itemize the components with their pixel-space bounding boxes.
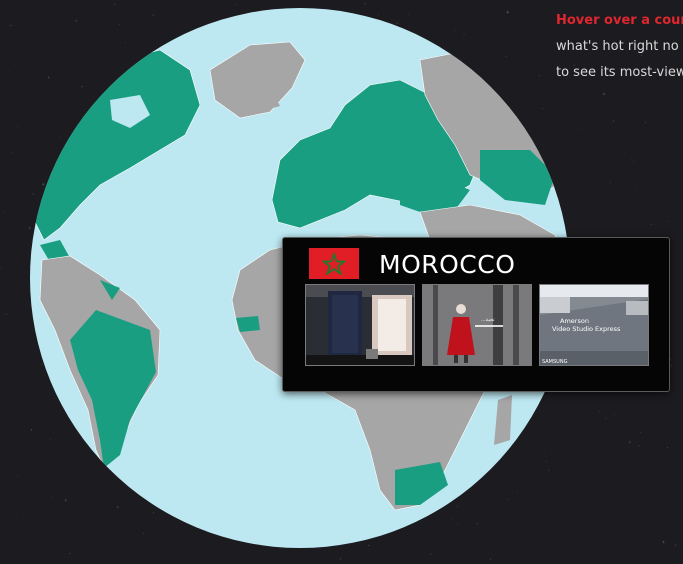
- video-3-overlay-line2: Video Studio Express: [552, 325, 621, 333]
- intro-line-3: to see its most-view: [556, 65, 683, 80]
- intro-line-2: what's hot right no: [556, 39, 679, 54]
- country-popup: MOROCCO ...تحية Amerson Video Studio Exp…: [282, 237, 670, 392]
- video-2-caption: ...تحية: [481, 317, 495, 323]
- morocco-flag-icon: [309, 248, 359, 279]
- video-3-corner-label: SAMSUNG: [542, 359, 568, 365]
- country-senegal[interactable]: [236, 316, 260, 332]
- video-thumbnail-3[interactable]: Amerson Video Studio Express SAMSUNG: [539, 284, 649, 366]
- video-thumbnail-red-dress: ...تحية: [423, 285, 531, 365]
- video-thumbnail-2[interactable]: ...تحية: [422, 284, 532, 366]
- video-3-overlay-line1: Amerson: [560, 317, 589, 325]
- country-name: MOROCCO: [379, 250, 516, 279]
- intro-text: Hover over a cour what's hot right no to…: [556, 8, 683, 86]
- video-thumbnail-room: [306, 285, 414, 365]
- world-globe-page: Hover over a cour what's hot right no to…: [0, 0, 683, 564]
- video-thumbnail-road: Amerson Video Studio Express SAMSUNG: [540, 285, 648, 365]
- intro-highlight: Hover over a cour: [556, 13, 683, 28]
- video-thumbnail-1[interactable]: [305, 284, 415, 366]
